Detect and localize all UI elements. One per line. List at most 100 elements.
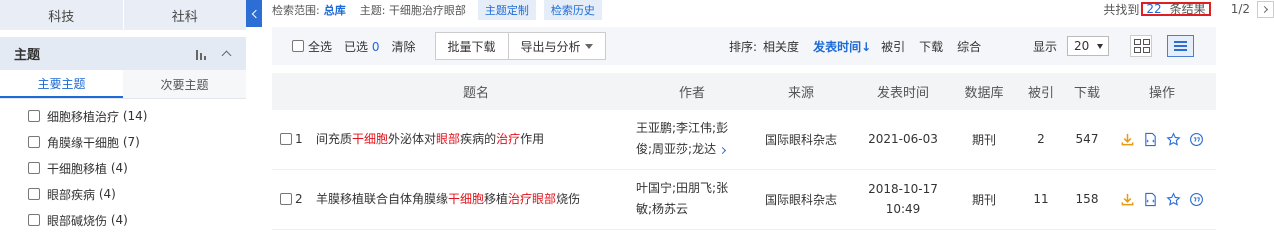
quote-icon[interactable] <box>1189 132 1204 147</box>
sort-label: 排序: <box>729 39 758 54</box>
author-cell: 王亚鹏;李江伟;彭 俊;周亚莎;龙达 <box>636 110 748 170</box>
facet-count: (14) <box>122 109 148 123</box>
sort-publish-time[interactable]: 发表时间↓ <box>813 38 871 55</box>
publish-date: 2018-10-17 10:49 <box>854 169 952 230</box>
cited-count[interactable]: 2 <box>1016 110 1066 170</box>
result-summary: 共找到 22 条结果 1/2 <box>1103 0 1274 18</box>
title-keyword-highlight: 治疗眼部 <box>508 192 557 206</box>
sort-relevance[interactable]: 相关度 <box>763 38 799 55</box>
page-size-select[interactable]: 20 <box>1067 36 1110 56</box>
header-actions: 操作 <box>1108 73 1216 110</box>
checkbox[interactable] <box>28 188 40 200</box>
table-row: 2 羊膜移植联合自体角膜缘干细胞移植治疗眼部烧伤 叶国宁;田朋飞;张 敏;杨苏云 … <box>272 169 1216 230</box>
facet-label: 角膜缘干细胞 <box>47 135 120 150</box>
author-cell: 叶国宁;田朋飞;张 敏;杨苏云 <box>636 169 748 230</box>
facet-label: 干细胞移植 <box>47 161 108 176</box>
facet-count: (4) <box>110 213 128 227</box>
publish-date-value: 2021-06-03 <box>868 132 938 147</box>
download-icon[interactable] <box>1120 192 1135 207</box>
result-suffix: 条结果 <box>1169 2 1206 16</box>
title-text: 烧伤 <box>556 192 581 206</box>
search-scope-bar: 检索范围: 总库 主题: 干细胞治疗眼部 主题定制 检索历史 <box>272 0 1216 20</box>
title-keyword-highlight: 干细胞 <box>448 192 485 206</box>
tab-main-theme[interactable]: 主要主题 <box>0 70 123 98</box>
selected-number: 0 <box>371 39 380 54</box>
html-read-icon[interactable] <box>1143 132 1158 147</box>
checkbox[interactable] <box>280 133 292 146</box>
database-type: 期刊 <box>952 110 1016 170</box>
facet-item[interactable]: 角膜缘干细胞 (7) <box>0 129 246 155</box>
chevron-up-icon[interactable] <box>220 48 232 60</box>
author-names[interactable]: 王亚鹏;李江伟;彭 <box>636 121 728 135</box>
page-indicator: 1/2 <box>1230 2 1250 16</box>
checkbox[interactable] <box>28 136 40 148</box>
header-date: 发表时间 <box>854 73 952 110</box>
table-row: 1 间充质干细胞外泌体对眼部疾病的治疗作用 王亚鹏;李江伟;彭 俊;周亚莎;龙达 … <box>272 110 1216 170</box>
bar-chart-icon[interactable] <box>196 48 210 60</box>
row-select[interactable]: 1 <box>272 132 316 146</box>
title-text: 外泌体对 <box>388 132 437 147</box>
title-text: 移植 <box>484 192 509 206</box>
source-link[interactable]: 国际眼科杂志 <box>748 110 854 170</box>
article-title-link[interactable]: 羊膜移植联合自体角膜缘干细胞移植治疗眼部烧伤 <box>316 169 636 230</box>
source-link[interactable]: 国际眼科杂志 <box>748 169 854 230</box>
tab-social-science[interactable]: 社科 <box>122 0 246 30</box>
select-all-checkbox[interactable]: 全选 <box>292 38 332 55</box>
author-names[interactable]: 俊;周亚莎;龙达 <box>636 142 716 156</box>
facet-label: 细胞移植治疗 <box>47 109 120 124</box>
chevron-right-icon[interactable] <box>719 147 727 155</box>
facet-item[interactable]: 细胞移植治疗 (14) <box>0 103 246 129</box>
sort-cited[interactable]: 被引 <box>881 38 905 55</box>
checkbox[interactable] <box>28 110 40 122</box>
batch-download-button[interactable]: 批量下载 <box>434 32 509 60</box>
header-downloads: 下载 <box>1066 73 1108 110</box>
checkbox[interactable] <box>28 214 40 226</box>
facet-item[interactable]: 眼部疾病 (4) <box>0 181 246 207</box>
title-text: 羊膜移植联合自体角膜缘 <box>316 192 449 206</box>
checkbox[interactable] <box>280 193 292 205</box>
results-toolbar: 全选 已选 0 清除 批量下载 导出与分析 排序: 相关度 发表时间↓ 被引 下… <box>272 27 1216 65</box>
facet-label: 眼部疾病 <box>47 187 96 202</box>
row-index: 2 <box>295 192 303 206</box>
sort-downloads[interactable]: 下载 <box>919 38 943 55</box>
title-keyword-highlight: 眼部 <box>436 132 461 147</box>
scope-database[interactable]: 总库 <box>324 2 346 18</box>
header-database: 数据库 <box>952 73 1016 110</box>
sort-comprehensive[interactable]: 综合 <box>957 38 981 55</box>
category-tabs: 科技 社科 <box>0 0 246 30</box>
favorite-star-icon[interactable] <box>1166 132 1181 147</box>
export-analyze-dropdown[interactable]: 导出与分析 <box>508 32 606 60</box>
author-names[interactable]: 叶国宁;田朋飞;张 <box>636 181 728 195</box>
html-read-icon[interactable] <box>1143 192 1158 207</box>
list-view-icon[interactable] <box>1167 35 1194 57</box>
row-index: 1 <box>295 132 303 147</box>
author-names[interactable]: 敏;杨苏云 <box>636 202 688 216</box>
result-count-box: 22 条结果 <box>1141 2 1211 16</box>
page-size-label: 显示 <box>1033 39 1058 54</box>
download-icon[interactable] <box>1120 132 1135 147</box>
favorite-star-icon[interactable] <box>1166 191 1181 207</box>
publish-time-value: 10:49 <box>885 202 921 216</box>
tab-secondary-theme[interactable]: 次要主题 <box>123 70 246 98</box>
checkbox[interactable] <box>292 40 304 52</box>
row-actions <box>1108 191 1216 207</box>
export-label: 导出与分析 <box>520 39 581 54</box>
title-keyword-highlight: 干细胞 <box>352 132 389 147</box>
next-page-button[interactable] <box>1257 0 1274 18</box>
cited-count[interactable]: 11 <box>1016 169 1066 230</box>
sort-options: 排序: 相关度 发表时间↓ 被引 下载 综合 <box>729 38 995 55</box>
article-title-link[interactable]: 间充质干细胞外泌体对眼部疾病的治疗作用 <box>316 110 636 170</box>
clear-button[interactable]: 清除 <box>392 38 416 55</box>
header-author: 作者 <box>636 73 748 110</box>
facet-item[interactable]: 干细胞移植 (4) <box>0 155 246 181</box>
collapse-left-icon[interactable] <box>246 0 262 27</box>
topic-custom-button[interactable]: 主题定制 <box>477 0 536 20</box>
tab-science-tech[interactable]: 科技 <box>0 0 123 30</box>
facet-item[interactable]: 眼部碱烧伤 (4) <box>0 207 246 233</box>
checkbox[interactable] <box>28 162 40 174</box>
header-cited: 被引 <box>1016 73 1066 110</box>
grid-view-icon[interactable] <box>1130 35 1152 57</box>
quote-icon[interactable] <box>1189 192 1204 207</box>
row-select[interactable]: 2 <box>272 192 316 206</box>
search-history-button[interactable]: 检索历史 <box>543 0 602 20</box>
